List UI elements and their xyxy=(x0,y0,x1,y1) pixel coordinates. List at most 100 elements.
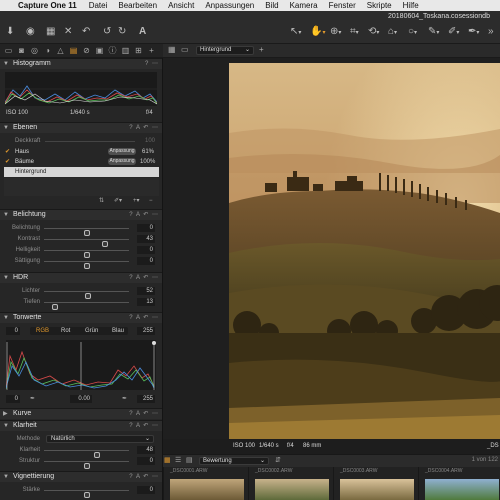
menu-bild[interactable]: Bild xyxy=(265,1,278,10)
layers-tab-icon[interactable]: ▤ xyxy=(69,45,78,56)
import-icon[interactable]: ⬇ xyxy=(6,25,14,39)
layer-item-selected[interactable]: Hintergrund xyxy=(4,167,159,177)
batch-tab-icon[interactable]: ⊞ xyxy=(134,45,143,56)
slider-track[interactable] xyxy=(44,450,129,458)
vignetting-header[interactable]: ▼ Vignettierung ? A ↶ ⋯ xyxy=(0,471,162,482)
exposure-tab-icon[interactable]: △ xyxy=(56,45,65,56)
details-tab-icon[interactable]: ⊘ xyxy=(82,45,91,56)
filmstrip-view-icon[interactable]: ▤ xyxy=(186,456,193,464)
collapse-icon[interactable]: ▼ xyxy=(3,273,9,283)
cursor-icon[interactable]: ↖▾ xyxy=(290,25,301,40)
exposure-menu-icon[interactable]: ? A ↶ ⋯ xyxy=(129,210,159,220)
slider-value[interactable]: 0 xyxy=(137,457,155,465)
menu-ansicht[interactable]: Ansicht xyxy=(168,1,194,10)
thumbnail[interactable]: _DSC0004.ARW xyxy=(418,467,500,500)
crop-icon[interactable]: ⌗▾ xyxy=(350,25,359,40)
annotate-icon[interactable]: ✒▾ xyxy=(468,25,479,40)
collapse-icon[interactable]: ▼ xyxy=(3,123,9,133)
menu-hilfe[interactable]: Hilfe xyxy=(403,1,419,10)
slider-value[interactable]: 0 xyxy=(137,224,155,232)
swap-icon[interactable]: ⇅ xyxy=(99,196,104,206)
add-tab-icon[interactable]: + xyxy=(147,45,156,56)
clarity-menu-icon[interactable]: ? A ↶ ⋯ xyxy=(129,421,159,431)
curve-header[interactable]: ▶ Kurve ? A ↶ ⋯ xyxy=(0,408,162,419)
slider-track[interactable] xyxy=(44,228,129,236)
collapse-icon[interactable]: ▼ xyxy=(3,472,9,482)
metadata-tab-icon[interactable]: ⓘ xyxy=(108,45,117,56)
slider-track[interactable] xyxy=(44,302,129,310)
expand-icon[interactable]: ▶ xyxy=(3,409,8,419)
slider-track[interactable] xyxy=(44,461,129,469)
menu-kamera[interactable]: Kamera xyxy=(290,1,318,10)
layer-item[interactable]: ✔ Bäume Anpassung 100% xyxy=(0,157,162,167)
capture-tab-icon[interactable]: ◙ xyxy=(17,45,26,56)
hdr-menu-icon[interactable]: ? A ↶ ⋯ xyxy=(129,273,159,283)
photo-preview[interactable] xyxy=(229,63,500,439)
lens-tab-icon[interactable]: ◎ xyxy=(30,45,39,56)
slider-value[interactable]: 0 xyxy=(137,246,155,254)
menu-anpassungen[interactable]: Anpassungen xyxy=(205,1,254,10)
layer-item[interactable]: ✔ Haus Anpassung 61% xyxy=(0,147,162,157)
thumbnail-image[interactable] xyxy=(255,479,329,500)
more-tools-icon[interactable]: » xyxy=(488,25,494,39)
collapse-icon[interactable]: ▼ xyxy=(3,313,9,323)
slider-track[interactable] xyxy=(44,250,129,258)
add-layer-icon[interactable]: +▾ xyxy=(133,196,140,206)
collapse-icon[interactable]: ▼ xyxy=(3,210,9,220)
thumbnail-image[interactable] xyxy=(340,479,414,500)
histogram-menu-icon[interactable]: ? ⋯ xyxy=(145,59,159,69)
method-select[interactable]: Natürlich ⌄ xyxy=(46,435,154,443)
exposure-header[interactable]: ▼ Belichtung ? A ↶ ⋯ xyxy=(0,209,162,220)
black-picker-icon[interactable]: ✒ xyxy=(30,394,35,404)
menu-bearbeiten[interactable]: Bearbeiten xyxy=(118,1,157,10)
grid-view-icon[interactable]: ▦ xyxy=(164,456,171,464)
output-max[interactable]: 255 xyxy=(137,395,155,403)
menu-skripte[interactable]: Skripte xyxy=(367,1,392,10)
camera-icon[interactable]: ◉ xyxy=(26,25,35,39)
library-tab-icon[interactable]: ▭ xyxy=(4,45,13,56)
slider-knob[interactable] xyxy=(83,492,90,498)
compare-view-icon[interactable]: ▭ xyxy=(181,45,189,54)
thumbnail[interactable]: _DSC0001.ARW xyxy=(163,467,248,500)
image-viewer[interactable] xyxy=(163,58,500,439)
background-select[interactable]: Hintergrund ⌄ xyxy=(196,46,254,55)
slider-value[interactable]: 52 xyxy=(137,287,155,295)
collapse-icon[interactable]: ▼ xyxy=(3,421,9,431)
opacity-value[interactable]: 100 xyxy=(145,136,155,146)
redo-icon[interactable]: ↻ xyxy=(118,25,126,39)
hdr-header[interactable]: ▼ HDR ? A ↶ ⋯ xyxy=(0,272,162,283)
undo-icon[interactable]: ↺ xyxy=(103,25,111,39)
circle-tool-icon[interactable]: ○▾ xyxy=(408,25,417,40)
input-max[interactable]: 255 xyxy=(137,327,155,335)
sort-select[interactable]: Bewertung ⌄ xyxy=(199,457,269,465)
slider-knob[interactable] xyxy=(52,304,59,310)
slider-value[interactable]: 0 xyxy=(137,257,155,265)
layers-header[interactable]: ▼ Ebenen ? A ↶ ⋯ xyxy=(0,122,162,133)
menu-datei[interactable]: Datei xyxy=(89,1,108,10)
delete-icon[interactable]: ✕ xyxy=(64,25,72,39)
adjustments-tab-icon[interactable]: ▣ xyxy=(95,45,104,56)
slider-track[interactable] xyxy=(44,261,129,269)
undo-all-icon[interactable]: ↶ xyxy=(82,25,90,39)
slider-value[interactable]: 43 xyxy=(137,235,155,243)
thumbnail[interactable]: _DSC0002.ARW xyxy=(248,467,333,500)
slider-value[interactable]: 48 xyxy=(137,446,155,454)
histogram-header[interactable]: ▼ Histogramm ? ⋯ xyxy=(0,58,162,69)
midpoint-value[interactable]: 0.00 xyxy=(70,395,92,403)
input-min[interactable]: 0 xyxy=(6,327,20,335)
slider-value[interactable]: 0 xyxy=(137,486,155,494)
menu-app-name[interactable]: Capture One 11 xyxy=(18,1,77,10)
brush-icon[interactable]: ✐▾ xyxy=(114,196,122,206)
keystone-icon[interactable]: ⌂▾ xyxy=(388,25,397,40)
curve-menu-icon[interactable]: ? A ↶ ⋯ xyxy=(129,409,159,419)
grid-view-icon[interactable]: ▦ xyxy=(168,45,176,54)
zoom-icon[interactable]: ⊕▾ xyxy=(330,25,341,40)
checkbox-icon[interactable]: ✔ xyxy=(5,159,11,165)
thumbnail[interactable]: _DSC0003.ARW xyxy=(333,467,418,500)
output-tab-icon[interactable]: ▥ xyxy=(121,45,130,56)
clarity-header[interactable]: ▼ Klarheit ? A ↶ ⋯ xyxy=(0,420,162,431)
slider-track[interactable] xyxy=(44,490,129,498)
color-tab-icon[interactable]: ◑ xyxy=(43,45,52,56)
menu-fenster[interactable]: Fenster xyxy=(329,1,356,10)
picker-icon[interactable]: ✎▾ xyxy=(428,25,439,40)
